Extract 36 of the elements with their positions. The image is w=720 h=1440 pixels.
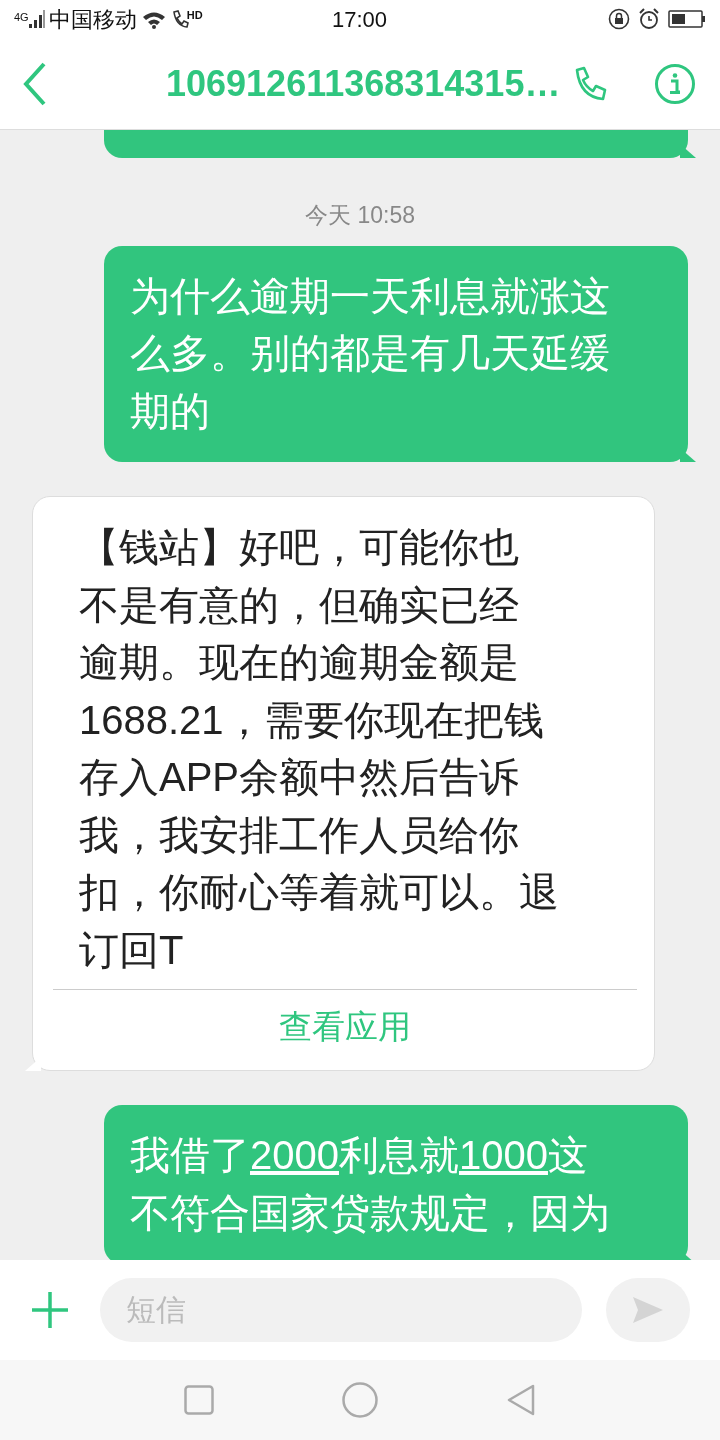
carrier-name: 中国移动 (48, 5, 137, 34)
info-icon[interactable] (654, 62, 696, 105)
message-text: 我，我安排工作人员给你 (79, 811, 520, 859)
send-icon (631, 1295, 665, 1325)
message-text: 为什么逾期一天利息就涨这 (130, 273, 610, 318)
battery-icon (668, 9, 706, 29)
message-text: 存入APP余额中然后告诉 (79, 754, 521, 801)
view-app-link[interactable]: 查看应用 (53, 989, 637, 1071)
back-triangle-icon[interactable] (506, 1384, 536, 1416)
message-text: 这 (547, 1133, 588, 1178)
back-icon[interactable] (22, 60, 48, 107)
number-link[interactable]: 1000 (459, 1133, 548, 1178)
number-link[interactable]: 2000 (250, 1133, 339, 1178)
square-icon[interactable] (184, 1385, 214, 1415)
message-text: 扣，你耐心等着就可以。退 (79, 869, 560, 916)
message-timestamp: 今天 10:58 (304, 201, 416, 230)
network-label: 4G (14, 9, 29, 25)
message-text: 我借了 (130, 1133, 250, 1178)
message-text: 1688.21，需要你现在把钱 (79, 696, 545, 744)
add-icon[interactable] (30, 1290, 70, 1330)
message-text: 逾期。现在的逾期金额是 (79, 639, 520, 686)
signal-icon (28, 9, 45, 29)
message-text: 订回T (79, 926, 185, 974)
message-text: 【钱站】好吧，可能你也 (79, 524, 520, 571)
hd-label: HD (186, 7, 203, 23)
message-text: 期的 (130, 388, 210, 433)
message-text: 不是有意的，但确实已经 (79, 581, 520, 629)
alarm-icon (638, 8, 660, 30)
message-text: 利息就 (339, 1133, 459, 1178)
clock-time: 17:00 (332, 5, 388, 34)
phone-icon (170, 9, 189, 29)
home-circle-icon[interactable] (342, 1382, 378, 1418)
rotation-lock-icon (608, 8, 630, 30)
contact-number: 106912611368314315… (166, 61, 561, 106)
message-text: 么多。别的都是有几天延缓 (130, 331, 610, 375)
message-text: 不符合国家贷款规定，因为 (130, 1190, 610, 1235)
